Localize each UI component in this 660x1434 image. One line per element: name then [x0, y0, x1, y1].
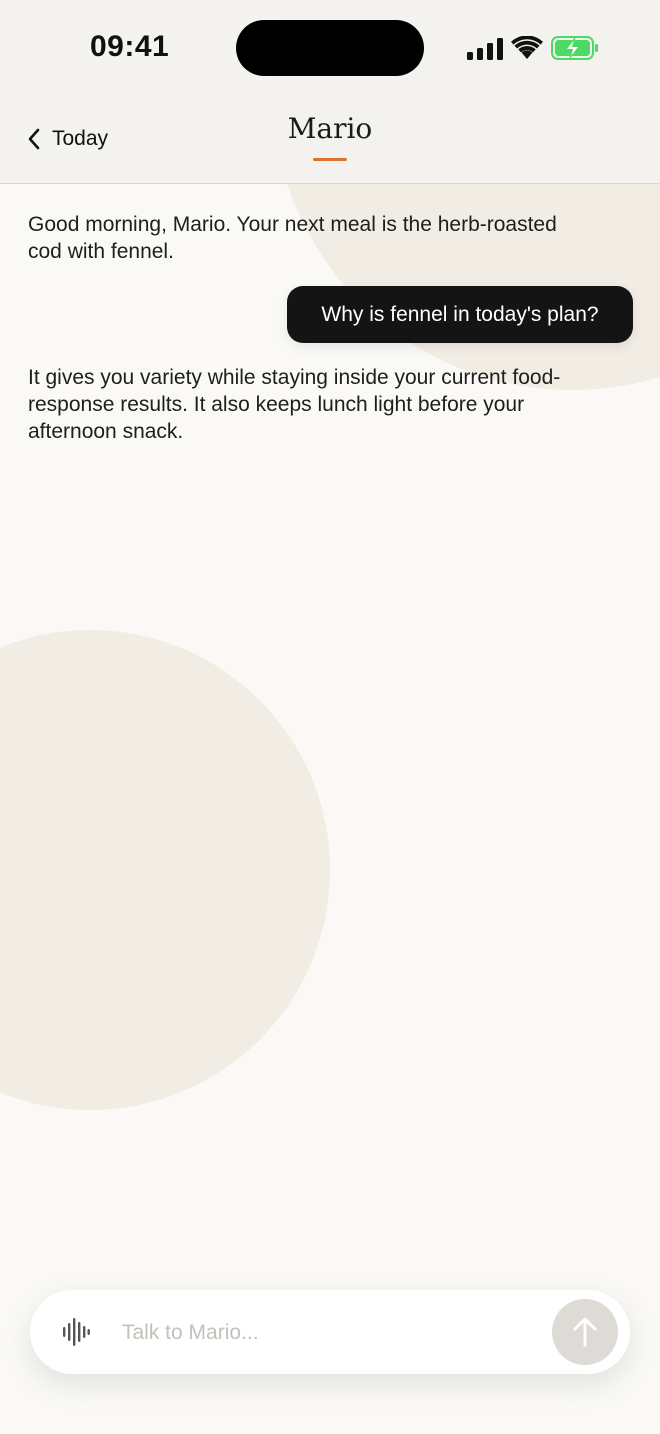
dynamic-island — [236, 20, 424, 76]
user-message-bubble: Why is fennel in today's plan? — [287, 286, 633, 343]
arrow-up-icon — [573, 1317, 597, 1347]
decorative-circle-bottom — [0, 630, 330, 1110]
message-composer — [30, 1290, 630, 1374]
cellular-signal-icon — [467, 38, 503, 60]
title-underline — [313, 158, 347, 161]
send-button[interactable] — [552, 1299, 618, 1365]
assistant-message: It gives you variety while staying insid… — [28, 366, 561, 443]
page-title: Mario — [287, 112, 373, 145]
header: 09:41 Today Mario — [0, 0, 660, 184]
battery-charging-icon — [551, 36, 598, 60]
chat-screen: 09:41 Today Mario Good morning, Mario. Y… — [0, 0, 660, 1434]
assistant-message: Good morning, Mario. Your next meal is t… — [28, 213, 557, 263]
waveform-icon[interactable] — [62, 1318, 90, 1346]
wifi-icon — [511, 36, 543, 59]
status-bar-time: 09:41 — [90, 30, 170, 63]
message-input[interactable] — [120, 1310, 544, 1356]
